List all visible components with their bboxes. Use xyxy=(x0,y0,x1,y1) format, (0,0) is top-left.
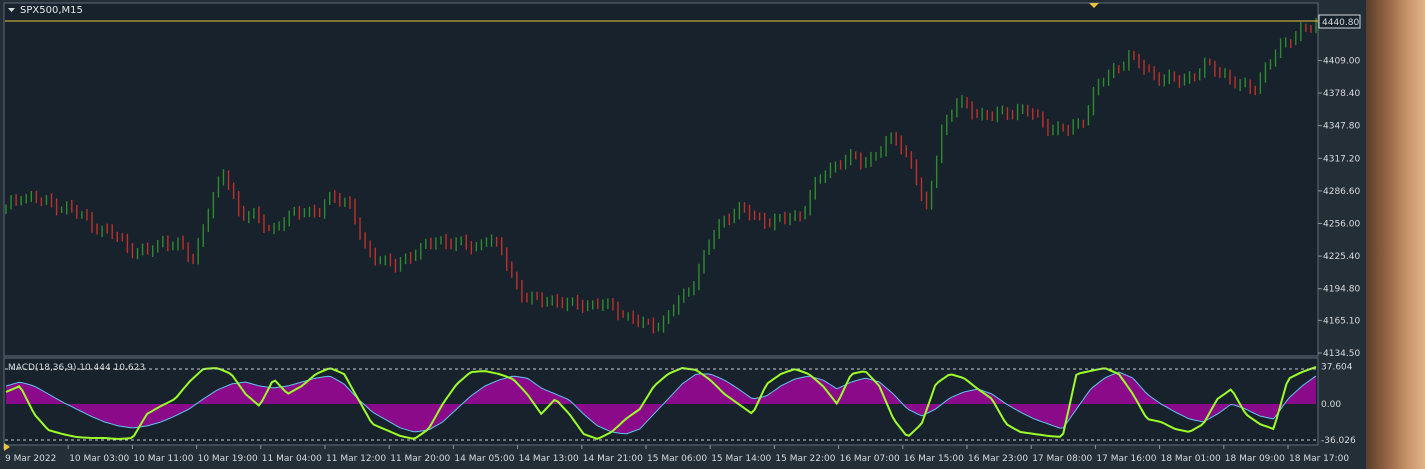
time-tick-label: 11 Mar 12:00 xyxy=(326,454,386,464)
price-tick-label: 4286.60 xyxy=(1323,187,1360,197)
time-tick-label: 10 Mar 03:00 xyxy=(69,454,129,464)
time-tick-label: 18 Mar 09:00 xyxy=(1225,454,1285,464)
price-tick-label: 4225.40 xyxy=(1323,252,1360,262)
time-tick-label: 18 Mar 01:00 xyxy=(1161,454,1221,464)
price-tick-label: 4317.20 xyxy=(1323,154,1360,164)
time-tick-label: 14 Mar 13:00 xyxy=(519,454,579,464)
background-photo xyxy=(1366,0,1425,469)
symbol-label: SPX500,M15 xyxy=(20,5,83,16)
time-tick-label: 15 Mar 06:00 xyxy=(647,454,707,464)
time-tick-label: 16 Mar 07:00 xyxy=(840,454,900,464)
time-tick-label: 16 Mar 23:00 xyxy=(968,454,1028,464)
current-price-value: 4440.80 xyxy=(1322,18,1359,28)
time-tick-label: 14 Mar 21:00 xyxy=(583,454,643,464)
indicator-label: MACD(18,36,9) 10.444 10.623 xyxy=(8,363,145,373)
time-tick-label: 15 Mar 22:00 xyxy=(775,454,835,464)
macd-tick-label: 37.604 xyxy=(1321,362,1353,372)
price-tick-label: 4165.10 xyxy=(1323,316,1360,326)
macd-tick-label: 0.00 xyxy=(1321,400,1341,410)
price-tick-label: 4134.50 xyxy=(1323,349,1360,359)
time-tick-label: 10 Mar 19:00 xyxy=(198,454,258,464)
time-tick-label: 18 Mar 17:00 xyxy=(1289,454,1349,464)
macd-tick-label: -36.026 xyxy=(1321,436,1356,446)
chart-frame: SPX500,M15 MACD(18,36,9) 10.444 10.623 4… xyxy=(0,0,1425,469)
time-tick-label: 10 Mar 11:00 xyxy=(133,454,193,464)
price-tick-label: 4194.80 xyxy=(1323,285,1360,295)
time-tick-label: 14 Mar 05:00 xyxy=(454,454,514,464)
time-tick-label: 9 Mar 2022 xyxy=(5,454,56,464)
time-tick-label: 15 Mar 14:00 xyxy=(711,454,771,464)
time-tick-label: 17 Mar 08:00 xyxy=(1032,454,1092,464)
price-tick-label: 4409.00 xyxy=(1323,56,1360,66)
time-tick-label: 16 Mar 15:00 xyxy=(904,454,964,464)
time-tick-label: 17 Mar 16:00 xyxy=(1096,454,1156,464)
price-tick-label: 4347.80 xyxy=(1323,122,1360,132)
price-tick-label: 4256.00 xyxy=(1323,220,1360,230)
price-tick-label: 4378.40 xyxy=(1323,89,1360,99)
time-tick-label: 11 Mar 04:00 xyxy=(262,454,322,464)
price-panel[interactable] xyxy=(3,2,1319,357)
time-tick-label: 11 Mar 20:00 xyxy=(390,454,450,464)
